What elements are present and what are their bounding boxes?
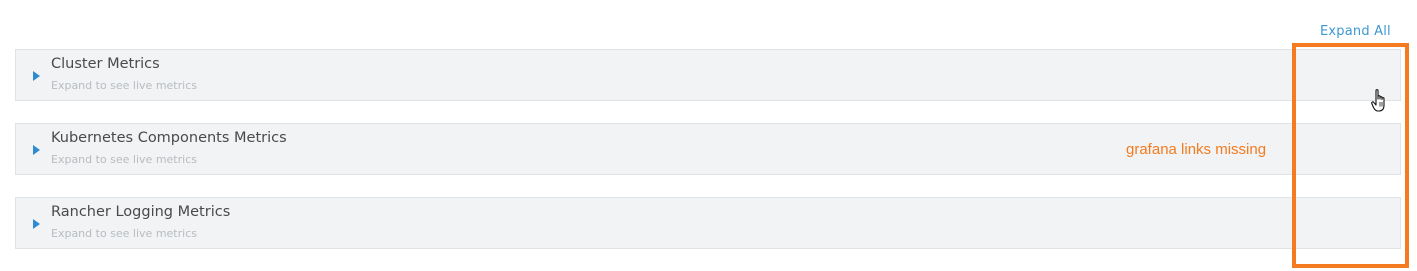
panel-title: Rancher Logging Metrics xyxy=(51,204,231,220)
caret-right-icon[interactable] xyxy=(33,219,40,229)
panel-subtitle: Expand to see live metrics xyxy=(51,227,197,240)
panel-subtitle: Expand to see live metrics xyxy=(51,79,197,92)
panel-title: Cluster Metrics xyxy=(51,56,160,72)
panel-rancher-logging-metrics[interactable]: Rancher Logging Metrics Expand to see li… xyxy=(15,197,1401,249)
panel-subtitle: Expand to see live metrics xyxy=(51,153,197,166)
expand-all-link[interactable]: Expand All xyxy=(1320,24,1391,39)
caret-right-icon[interactable] xyxy=(33,71,40,81)
panel-cluster-metrics[interactable]: Cluster Metrics Expand to see live metri… xyxy=(15,49,1401,101)
caret-right-icon[interactable] xyxy=(33,145,40,155)
annotation-text: grafana links missing xyxy=(1126,141,1267,158)
hand-pointer-icon xyxy=(1371,89,1385,112)
panel-title: Kubernetes Components Metrics xyxy=(51,130,287,146)
